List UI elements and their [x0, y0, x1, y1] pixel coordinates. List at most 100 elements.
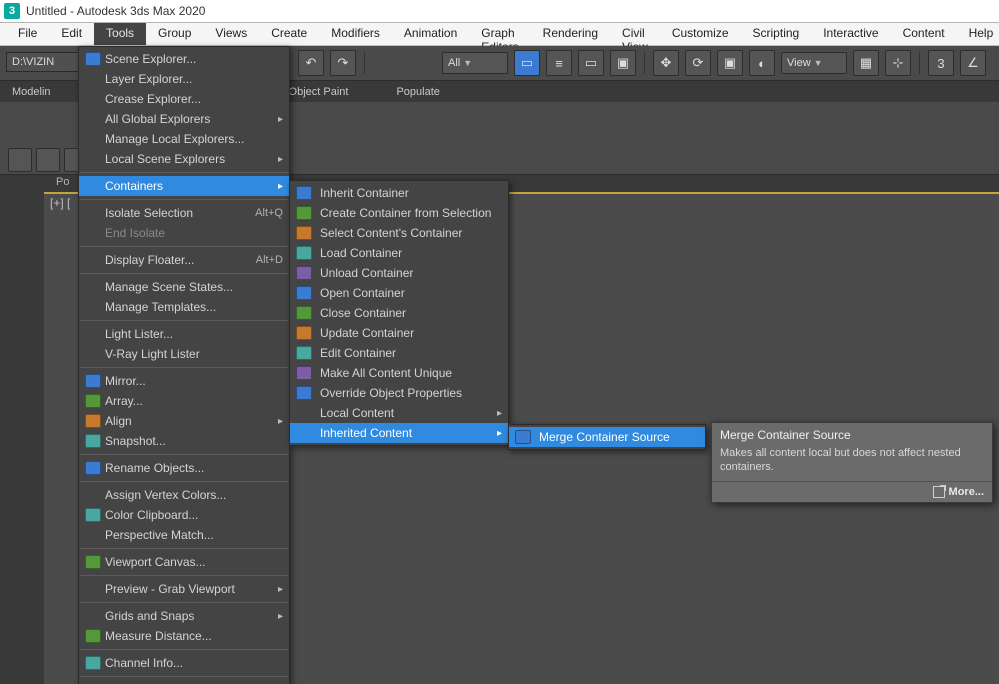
menu-animation[interactable]: Animation — [392, 23, 469, 45]
containers-item-make-all-content-unique[interactable]: Make All Content Unique — [290, 363, 508, 383]
tools-item-perspective-match[interactable]: Perspective Match... — [79, 525, 289, 545]
tooltip-more[interactable]: More... — [712, 481, 992, 502]
tools-item-grids-and-snaps[interactable]: Grids and Snaps▸ — [79, 606, 289, 626]
menu-help[interactable]: Help — [957, 23, 999, 45]
inherited-item-merge-container-source[interactable]: Merge Container Source — [509, 427, 705, 447]
containers-item-inherit-container[interactable]: Inherit Container — [290, 183, 508, 203]
scene-explorer-icon — [85, 51, 101, 67]
chevron-down-icon: ▼ — [463, 58, 472, 68]
tools-item-align[interactable]: Align▸ — [79, 411, 289, 431]
ribbon-tab-1[interactable]: Object Paint — [279, 83, 367, 102]
toolbar-separator — [364, 52, 365, 74]
rotate-button[interactable]: ⟳ — [685, 50, 711, 76]
tools-item-array[interactable]: Array... — [79, 391, 289, 411]
select-by-name-button[interactable]: ≡ — [546, 50, 572, 76]
menu-file[interactable]: File — [6, 23, 49, 45]
tools-item-mirror[interactable]: Mirror... — [79, 371, 289, 391]
ribbon-tab-0[interactable]: Modelin — [2, 83, 69, 102]
blank — [85, 252, 101, 268]
containers-item-inherited-content[interactable]: Inherited Content▸ — [290, 423, 508, 443]
undo-button[interactable]: ↶ — [298, 50, 324, 76]
tools-item-preview-grab-viewport[interactable]: Preview - Grab Viewport▸ — [79, 579, 289, 599]
tools-item-display-floater[interactable]: Display Floater...Alt+D — [79, 250, 289, 270]
containers-item-local-content[interactable]: Local Content▸ — [290, 403, 508, 423]
containers-item-open-container[interactable]: Open Container — [290, 283, 508, 303]
tools-item-containers[interactable]: Containers▸ — [79, 176, 289, 196]
tools-item-local-scene-explorers[interactable]: Local Scene Explorers▸ — [79, 149, 289, 169]
tools-item-rename-objects[interactable]: Rename Objects... — [79, 458, 289, 478]
containers-item-update-container[interactable]: Update Container — [290, 323, 508, 343]
containers-item-label: Local Content — [320, 406, 492, 420]
selection-filter-dropdown[interactable]: All ▼ — [442, 52, 508, 74]
menu-scripting[interactable]: Scripting — [741, 23, 812, 45]
containers-item-create-container-from-selection[interactable]: Create Container from Selection — [290, 203, 508, 223]
tools-item-assign-vertex-colors[interactable]: Assign Vertex Colors... — [79, 485, 289, 505]
menu-rendering[interactable]: Rendering — [531, 23, 610, 45]
tools-item-all-global-explorers[interactable]: All Global Explorers▸ — [79, 109, 289, 129]
menu-create[interactable]: Create — [259, 23, 319, 45]
snap-toggle-button[interactable]: 3 — [928, 50, 954, 76]
tools-item-manage-scene-states[interactable]: Manage Scene States... — [79, 277, 289, 297]
tooltip-title: Merge Container Source — [712, 423, 992, 444]
select-object-button[interactable]: ▭ — [514, 50, 540, 76]
placement-button[interactable]: ◐ — [749, 50, 775, 76]
tools-item-mesh-inspector[interactable]: Mesh Inspector — [79, 680, 289, 684]
tools-item-end-isolate: End Isolate — [79, 223, 289, 243]
blank — [85, 527, 101, 543]
menu-content[interactable]: Content — [891, 23, 957, 45]
tools-item-isolate-selection[interactable]: Isolate SelectionAlt+Q — [79, 203, 289, 223]
tools-item-crease-explorer[interactable]: Crease Explorer... — [79, 89, 289, 109]
tools-item-scene-explorer[interactable]: Scene Explorer... — [79, 49, 289, 69]
tools-item-snapshot[interactable]: Snapshot... — [79, 431, 289, 451]
project-path-box[interactable]: D:\VIZIN — [6, 52, 80, 72]
angle-snap-button[interactable]: ∠ — [960, 50, 986, 76]
containers-item-override-object-properties[interactable]: Override Object Properties — [290, 383, 508, 403]
containers-item-unload-container[interactable]: Unload Container — [290, 263, 508, 283]
open-container-icon — [296, 285, 312, 301]
menu-customize[interactable]: Customize — [660, 23, 741, 45]
select-region-rect-button[interactable]: ▭ — [578, 50, 604, 76]
tools-item-separator — [80, 575, 288, 576]
tools-item-layer-explorer[interactable]: Layer Explorer... — [79, 69, 289, 89]
tools-item-label: V-Ray Light Lister — [105, 347, 283, 361]
window-crossing-button[interactable]: ▣ — [610, 50, 636, 76]
menu-interactive[interactable]: Interactive — [811, 23, 890, 45]
snapshot-icon — [85, 433, 101, 449]
ribbon-btn-1[interactable] — [8, 148, 32, 172]
tools-item-label: Array... — [105, 394, 283, 408]
menu-group[interactable]: Group — [146, 23, 203, 45]
tools-item-measure-distance[interactable]: Measure Distance... — [79, 626, 289, 646]
ref-coord-dropdown[interactable]: View ▼ — [781, 52, 847, 74]
tools-item-manage-local-explorers[interactable]: Manage Local Explorers... — [79, 129, 289, 149]
menu-graph-editors[interactable]: Graph Editors — [469, 23, 530, 45]
move-button[interactable]: ✥ — [653, 50, 679, 76]
ribbon-btn-2[interactable] — [36, 148, 60, 172]
viewport-label[interactable]: [+] [ — [50, 196, 70, 210]
tools-item-v-ray-light-lister[interactable]: V-Ray Light Lister — [79, 344, 289, 364]
redo-button[interactable]: ↷ — [330, 50, 356, 76]
containers-item-close-container[interactable]: Close Container — [290, 303, 508, 323]
containers-item-select-content-s-container[interactable]: Select Content's Container — [290, 223, 508, 243]
menu-edit[interactable]: Edit — [49, 23, 94, 45]
menu-civil-view[interactable]: Civil View — [610, 23, 660, 45]
use-pivot-button[interactable]: ▦ — [853, 50, 879, 76]
manipulate-button[interactable]: ⊹ — [885, 50, 911, 76]
containers-item-label: Load Container — [320, 246, 502, 260]
containers-item-label: Inherit Container — [320, 186, 502, 200]
containers-item-edit-container[interactable]: Edit Container — [290, 343, 508, 363]
blank — [85, 487, 101, 503]
ribbon-tab-2[interactable]: Populate — [386, 83, 457, 102]
scale-button[interactable]: ▣ — [717, 50, 743, 76]
menu-views[interactable]: Views — [203, 23, 259, 45]
tools-item-viewport-canvas[interactable]: Viewport Canvas... — [79, 552, 289, 572]
menu-tools[interactable]: Tools — [94, 23, 146, 45]
tools-item-channel-info[interactable]: Channel Info... — [79, 653, 289, 673]
containers-submenu: Inherit Container Create Container from S… — [289, 180, 509, 446]
blank — [85, 299, 101, 315]
menu-modifiers[interactable]: Modifiers — [319, 23, 392, 45]
blank — [85, 581, 101, 597]
containers-item-load-container[interactable]: Load Container — [290, 243, 508, 263]
tools-item-color-clipboard[interactable]: Color Clipboard... — [79, 505, 289, 525]
tools-item-light-lister[interactable]: Light Lister... — [79, 324, 289, 344]
tools-item-manage-templates[interactable]: Manage Templates... — [79, 297, 289, 317]
